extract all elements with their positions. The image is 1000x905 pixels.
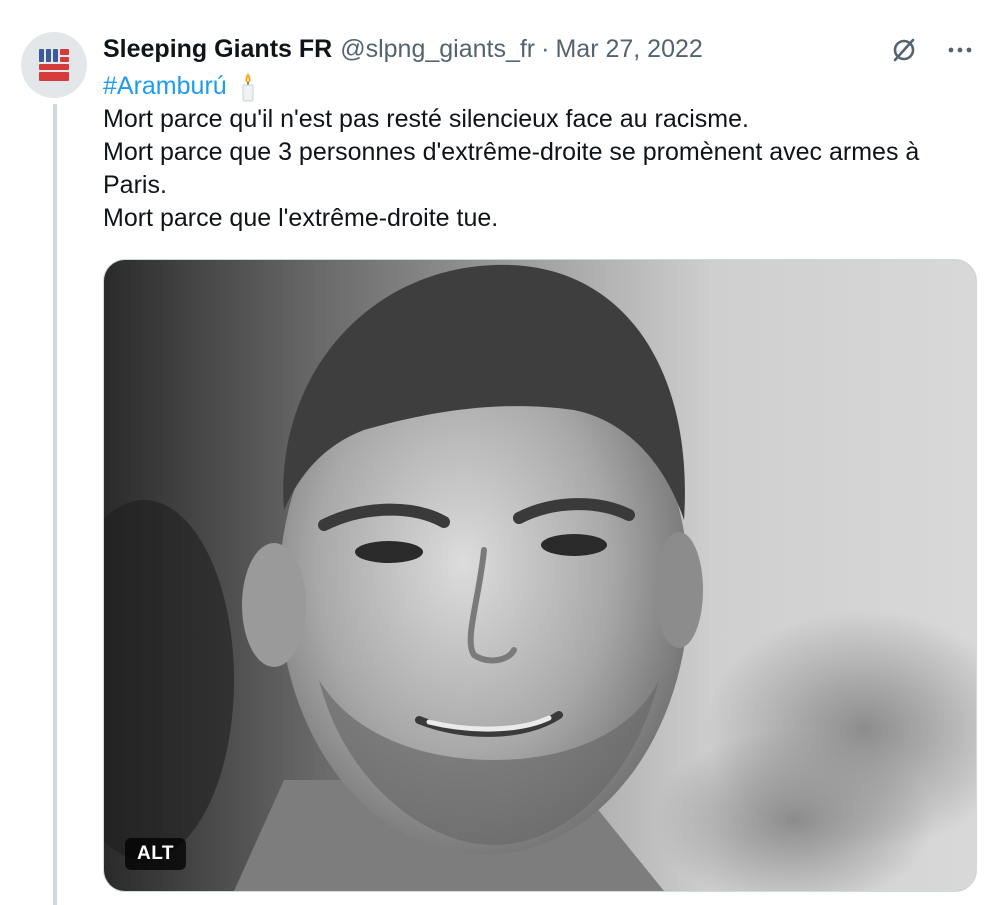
tweet-photo[interactable]: ALT xyxy=(103,259,977,892)
portrait-photo xyxy=(104,260,976,891)
tweet-date[interactable]: Mar 27, 2022 xyxy=(555,35,702,64)
separator-dot: · xyxy=(541,34,550,63)
tweet-card[interactable]: Sleeping Giants FR @slpng_giants_fr · Ma… xyxy=(0,0,1000,905)
tweet-line-2: Mort parce que 3 personnes d'extrême-dro… xyxy=(103,138,920,199)
alt-badge[interactable]: ALT xyxy=(125,838,187,870)
avatar[interactable] xyxy=(21,32,87,98)
author-name[interactable]: Sleeping Giants FR xyxy=(103,35,332,64)
thread-line xyxy=(53,104,57,905)
author-handle[interactable]: @slpng_giants_fr xyxy=(340,35,535,64)
tweet-line-3: Mort parce que l'extrême-droite tue. xyxy=(103,204,499,232)
tweet-header: Sleeping Giants FR @slpng_giants_fr · Ma… xyxy=(103,33,703,65)
candle-icon xyxy=(242,72,254,101)
more-dots-icon xyxy=(948,47,972,53)
tweet-line-1: Mort parce qu'il n'est pas resté silenci… xyxy=(103,105,749,133)
hashtag-line: #Aramburú xyxy=(103,70,973,103)
slashed-circle-icon xyxy=(893,38,915,62)
tweet-actions-top xyxy=(886,32,978,68)
hashtag-link[interactable]: #Aramburú xyxy=(103,70,227,103)
raised-fist-logo-icon xyxy=(39,49,69,81)
grok-button[interactable] xyxy=(886,32,922,68)
tweet-text: #Aramburú Mort parce qu'il n'est pas res… xyxy=(103,70,973,235)
more-button[interactable] xyxy=(942,32,978,68)
